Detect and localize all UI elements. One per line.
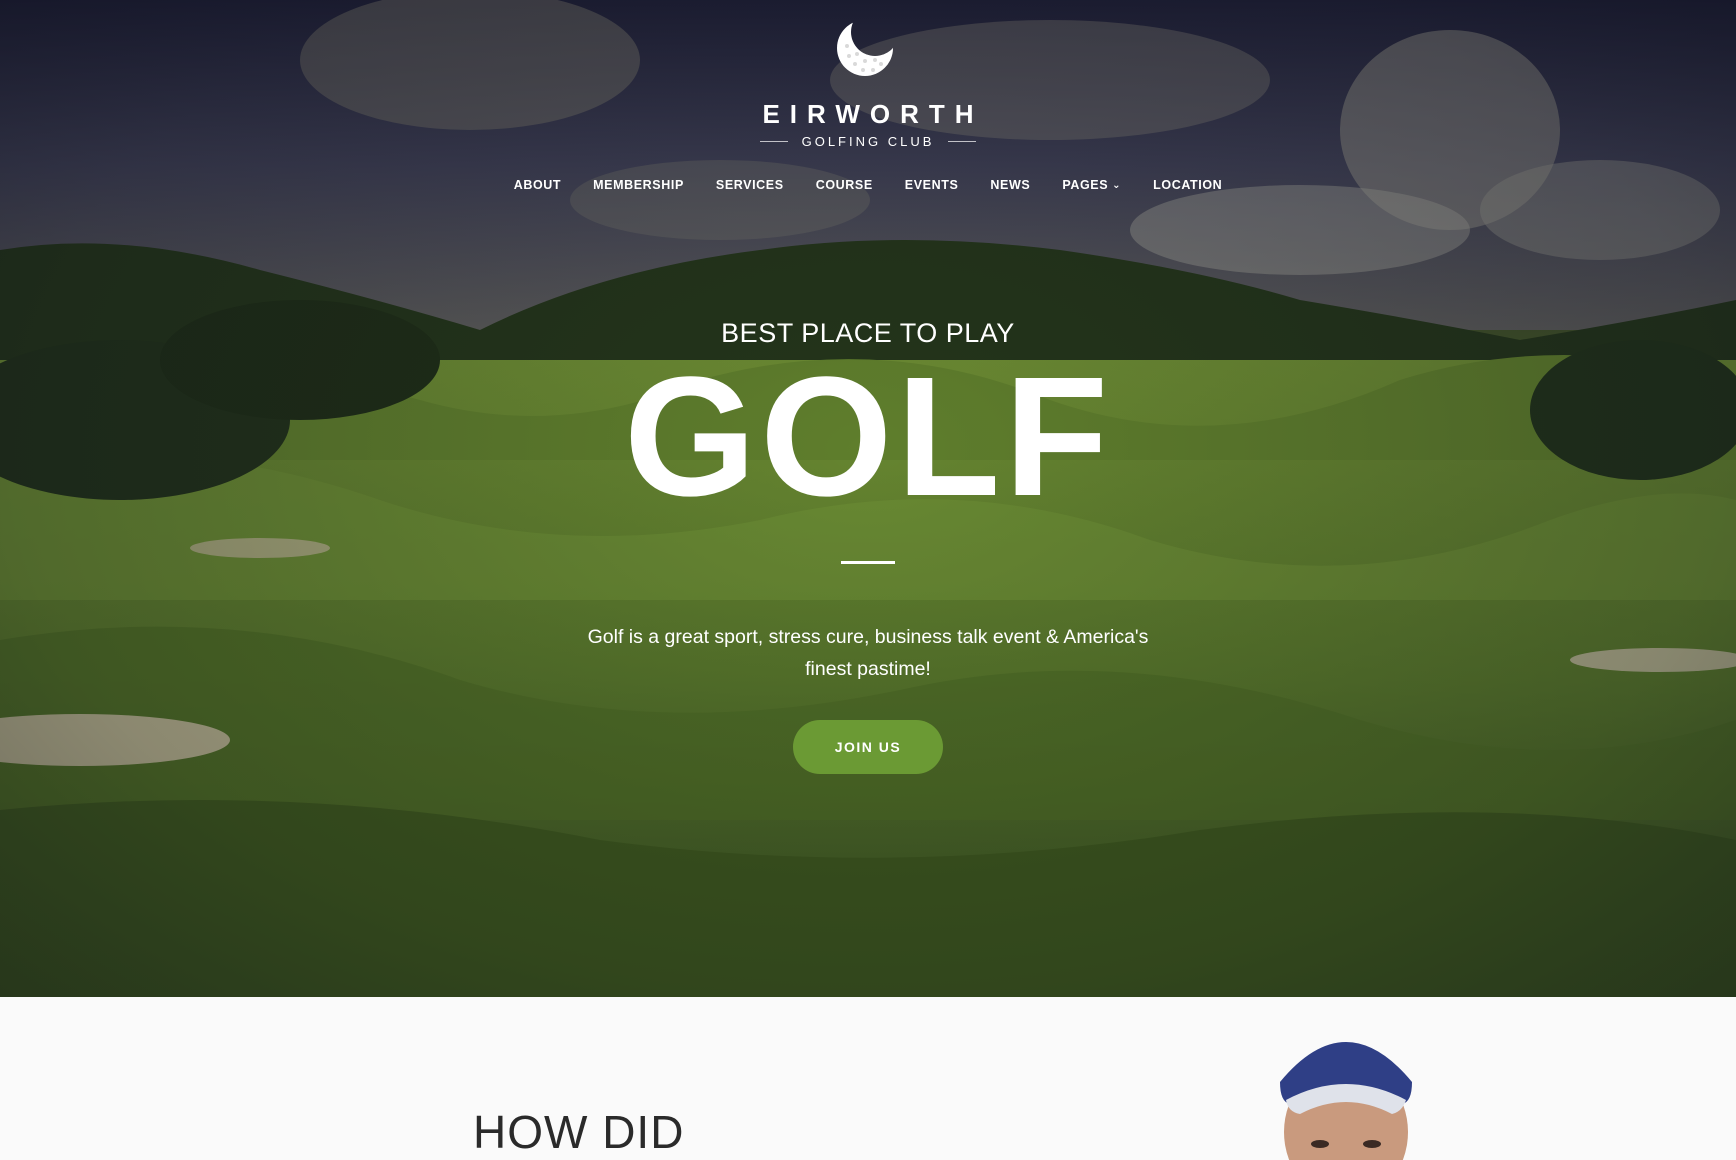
nav-item-news[interactable]: NEWS [974,178,1046,192]
nav-item-pages-label: PAGES [1062,178,1109,192]
site-logo[interactable]: EIRWORTH GOLFING CLUB [0,14,1736,149]
nav-item-course[interactable]: COURSE [800,178,889,192]
golfer-portrait-image [1280,1042,1412,1160]
nav-item-location[interactable]: LOCATION [1137,178,1238,192]
hero-divider [841,561,895,564]
nav-item-about[interactable]: ABOUT [498,178,577,192]
nav-item-pages[interactable]: PAGES ⌄ [1046,178,1137,192]
join-us-button[interactable]: JOIN US [793,720,943,774]
brand-name: EIRWORTH [762,99,984,129]
subtitle-rule-left [759,141,788,142]
brand-subtitle-row: GOLFING CLUB [0,134,1736,149]
nav-item-events[interactable]: EVENTS [889,178,975,192]
hero-section: EIRWORTH GOLFING CLUB ABOUT MEMBERSHIP S… [0,0,1736,997]
about-section: HOW DID [0,997,1736,1160]
nav-item-services[interactable]: SERVICES [700,178,800,192]
golf-ball-crescent-icon [837,20,893,76]
hero-tagline: Golf is a great sport, stress cure, busi… [587,626,1149,680]
subtitle-rule-right [948,141,977,142]
hero-headline: GOLF [623,342,1113,532]
main-nav: ABOUT MEMBERSHIP SERVICES COURSE EVENTS … [0,178,1736,192]
nav-item-membership[interactable]: MEMBERSHIP [577,178,700,192]
brand-subtitle: GOLFING CLUB [801,134,935,149]
section-title: HOW DID [473,1106,685,1158]
chevron-down-icon: ⌄ [1112,179,1122,191]
